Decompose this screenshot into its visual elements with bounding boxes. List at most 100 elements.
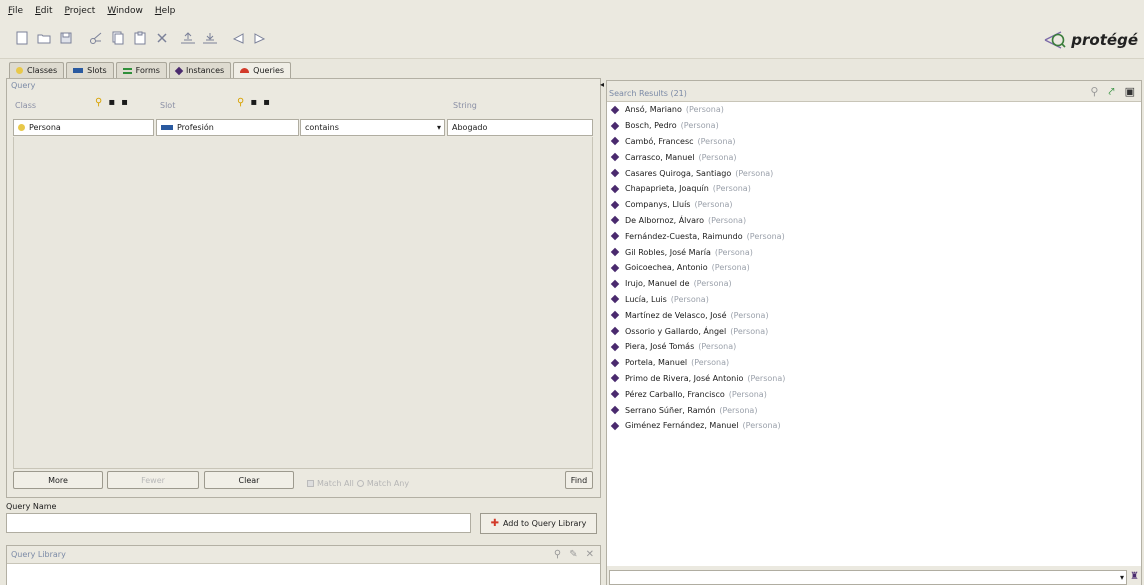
slot-field[interactable]: Profesión [156,119,299,136]
class-field[interactable]: Persona [13,119,154,136]
result-row[interactable]: Carrasco, Manuel (Persona) [607,149,1141,165]
delete-icon[interactable] [154,30,170,46]
tab-instances[interactable]: Instances [168,62,232,78]
query-title: Query [11,81,36,90]
result-name: Carrasco, Manuel [625,152,695,162]
string-input[interactable]: Abogado [447,119,593,136]
result-row[interactable]: Serrano Súñer, Ramón (Persona) [607,402,1141,418]
menu-edit[interactable]: Edit [35,6,52,16]
tab-label: Instances [185,66,225,75]
result-name: Companys, Lluís [625,200,691,210]
string-header: String [453,101,477,110]
result-row[interactable]: Gil Robles, José María (Persona) [607,244,1141,260]
tab-queries[interactable]: Queries [233,62,292,78]
menu-project[interactable]: Project [65,6,96,16]
instance-icon [610,311,620,320]
result-type: (Persona) [742,421,781,431]
chevron-down-icon: ▾ [436,123,441,132]
result-row[interactable]: Primo de Rivera, José Antonio (Persona) [607,371,1141,387]
result-row[interactable]: Pérez Carballo, Francisco (Persona) [607,386,1141,402]
result-type: (Persona) [691,358,730,368]
class-header: Class [15,101,37,110]
search-icon[interactable]: ⚲ [1090,85,1098,99]
more-button[interactable]: More [13,471,103,489]
new-file-icon[interactable] [14,30,30,46]
operator-value: contains [305,123,339,132]
query-library-icons: ⚲ ✎ ✕ [554,549,594,560]
result-type: (Persona) [670,294,709,304]
result-row[interactable]: Chapaprieta, Joaquín (Persona) [607,181,1141,197]
match-any-radio[interactable] [356,480,364,487]
upload-icon[interactable] [180,30,196,46]
add-class-icon[interactable]: ▪ [108,97,115,108]
back-icon[interactable] [230,30,246,46]
result-row[interactable]: Piera, José Tomás (Persona) [607,339,1141,355]
match-all-checkbox[interactable] [307,480,314,487]
result-name: Portela, Manuel [625,358,688,368]
result-row[interactable]: Irujo, Manuel de (Persona) [607,276,1141,292]
instance-icon [174,66,184,75]
result-row[interactable]: Cambó, Francesc (Persona) [607,134,1141,150]
collapse-arrow-icon[interactable]: ◂ [600,80,604,89]
fewer-button[interactable]: Fewer [107,471,199,489]
chevron-down-icon: ▾ [1119,573,1124,582]
edit-query-icon[interactable]: ✎ [569,549,577,560]
search-icon[interactable]: ⚲ [554,549,561,560]
result-row[interactable]: Portela, Manuel (Persona) [607,355,1141,371]
forward-icon[interactable] [252,30,268,46]
result-row[interactable]: Martínez de Velasco, José (Persona) [607,307,1141,323]
tab-forms[interactable]: Forms [115,62,167,78]
save-icon[interactable] [58,30,74,46]
instance-icon [610,216,620,225]
result-row[interactable]: Casares Quiroga, Santiago (Persona) [607,165,1141,181]
tab-classes[interactable]: Classes [9,62,65,78]
paste-icon[interactable] [132,30,148,46]
instance-icon [610,247,620,257]
search-results-list: Ansó, Mariano (Persona) Bosch, Pedro (Perso… [607,101,1141,566]
query-library-list [7,563,600,585]
search-results-title: Search Results (21) [609,89,687,98]
search-icon[interactable]: ⚲ [237,97,244,108]
find-button[interactable]: Find [565,471,593,489]
instance-icon [610,279,620,288]
remove-slot-icon[interactable]: ▪ [263,97,270,108]
open-icon[interactable] [36,30,52,46]
copy-icon[interactable] [110,30,126,46]
query-panel: Query Class ⚲ ▪ ▪ Slot ⚲ ▪ ▪ String Pers… [6,78,601,498]
results-dropdown[interactable]: ▾ [609,570,1127,585]
result-row[interactable]: Lucía, Luis (Persona) [607,292,1141,308]
result-type: (Persona) [714,247,753,257]
result-name: Ansó, Mariano [625,105,682,115]
remove-class-icon[interactable]: ▪ [121,97,128,108]
add-library-label: Add to Query Library [502,519,587,528]
tab-label: Queries [253,66,285,75]
result-row[interactable]: Fernández-Cuesta, Raimundo (Persona) [607,228,1141,244]
query-name-input[interactable] [6,513,471,533]
result-row[interactable]: Companys, Lluís (Persona) [607,197,1141,213]
result-type: (Persona) [735,168,774,178]
add-to-library-button[interactable]: ✚ Add to Query Library [480,513,597,534]
download-icon[interactable] [202,30,218,46]
reference-icon[interactable]: ⤤ [1108,85,1114,99]
result-row[interactable]: Bosch, Pedro (Persona) [607,118,1141,134]
add-slot-icon[interactable]: ▪ [250,97,257,108]
tab-slots[interactable]: Slots [66,62,114,78]
result-row[interactable]: Giménez Fernández, Manuel (Persona) [607,418,1141,434]
cut-icon[interactable] [88,30,104,46]
result-row[interactable]: Ossorio y Gallardo, Ángel (Persona) [607,323,1141,339]
menu-window[interactable]: Window [107,6,143,16]
view-icon[interactable]: ▣ [1125,85,1135,99]
menu-help[interactable]: Help [155,6,176,16]
result-row[interactable]: Ansó, Mariano (Persona) [607,102,1141,118]
operator-select[interactable]: contains ▾ [300,119,445,136]
search-icon[interactable]: ⚲ [95,97,102,108]
result-name: Cambó, Francesc [625,136,694,146]
binoculars-icon[interactable]: ♜ [1130,571,1139,582]
instance-icon [610,184,620,194]
menu-file[interactable]: File [8,6,23,16]
result-row[interactable]: Goicoechea, Antonio (Persona) [607,260,1141,276]
result-type: (Persona) [698,342,737,352]
clear-button[interactable]: Clear [204,471,294,489]
result-row[interactable]: De Albornoz, Álvaro (Persona) [607,213,1141,229]
close-icon[interactable]: ✕ [586,549,594,560]
